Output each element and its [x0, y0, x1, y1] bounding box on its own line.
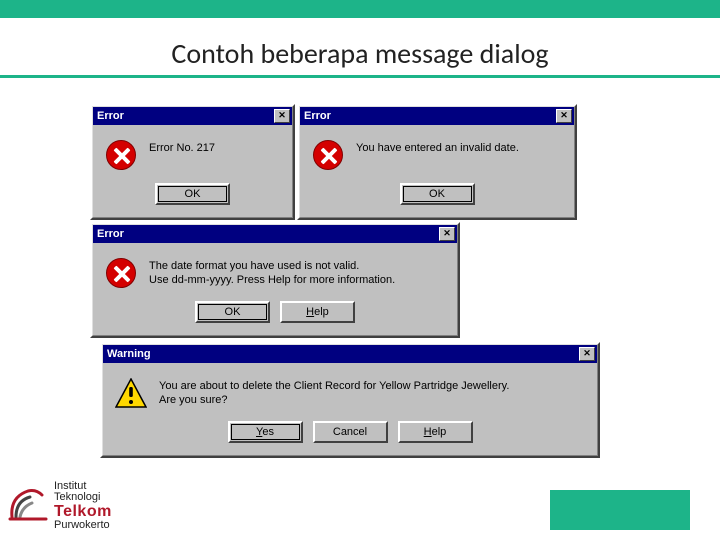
titlebar[interactable]: Error ✕ — [93, 225, 457, 243]
close-icon[interactable]: ✕ — [579, 347, 595, 361]
top-accent-bar — [0, 0, 720, 18]
logo-line2: Teknologi — [54, 492, 112, 504]
dialog-message: You are about to delete the Client Recor… — [159, 377, 585, 408]
dialog-message: The date format you have used is not val… — [149, 257, 445, 288]
slide-title: Contoh beberapa message dialog — [0, 36, 720, 71]
error-dialog-3: Error ✕ The date format you have used is… — [90, 222, 460, 338]
close-icon[interactable]: ✕ — [274, 109, 290, 123]
warning-icon — [115, 377, 147, 409]
close-icon[interactable]: ✕ — [556, 109, 572, 123]
dialog-message: You have entered an invalid date. — [356, 139, 562, 155]
titlebar[interactable]: Warning ✕ — [103, 345, 597, 363]
error-icon — [312, 139, 344, 171]
titlebar[interactable]: Error ✕ — [93, 107, 292, 125]
ok-button[interactable]: OK — [155, 183, 230, 205]
title-underline — [0, 75, 720, 78]
dialog-title: Warning — [105, 348, 151, 360]
close-icon[interactable]: ✕ — [439, 227, 455, 241]
logo-city: Purwokerto — [54, 520, 112, 532]
dialog-title: Error — [95, 110, 124, 122]
dialog-title: Error — [95, 228, 124, 240]
cancel-button[interactable]: Cancel — [313, 421, 388, 443]
error-dialog-2: Error ✕ You have entered an invalid date… — [297, 104, 577, 220]
warning-dialog: Warning ✕ You are about to delete the Cl… — [100, 342, 600, 458]
help-button[interactable]: Help — [280, 301, 355, 323]
dialog-message: Error No. 217 — [149, 139, 280, 155]
ok-button[interactable]: OK — [195, 301, 270, 323]
bottom-accent-block — [550, 490, 690, 530]
slide-title-area: Contoh beberapa message dialog — [0, 18, 720, 92]
help-button[interactable]: Help — [398, 421, 473, 443]
logo-brand: Telkom — [54, 504, 112, 521]
error-dialog-1: Error ✕ Error No. 217 OK — [90, 104, 295, 220]
titlebar[interactable]: Error ✕ — [300, 107, 574, 125]
error-icon — [105, 257, 137, 289]
yes-button[interactable]: Yes — [228, 421, 303, 443]
ok-button[interactable]: OK — [400, 183, 475, 205]
dialog-title: Error — [302, 110, 331, 122]
institution-logo: Institut Teknologi Telkom Purwokerto — [8, 481, 112, 532]
error-icon — [105, 139, 137, 171]
slide-footer: Institut Teknologi Telkom Purwokerto — [0, 484, 720, 540]
